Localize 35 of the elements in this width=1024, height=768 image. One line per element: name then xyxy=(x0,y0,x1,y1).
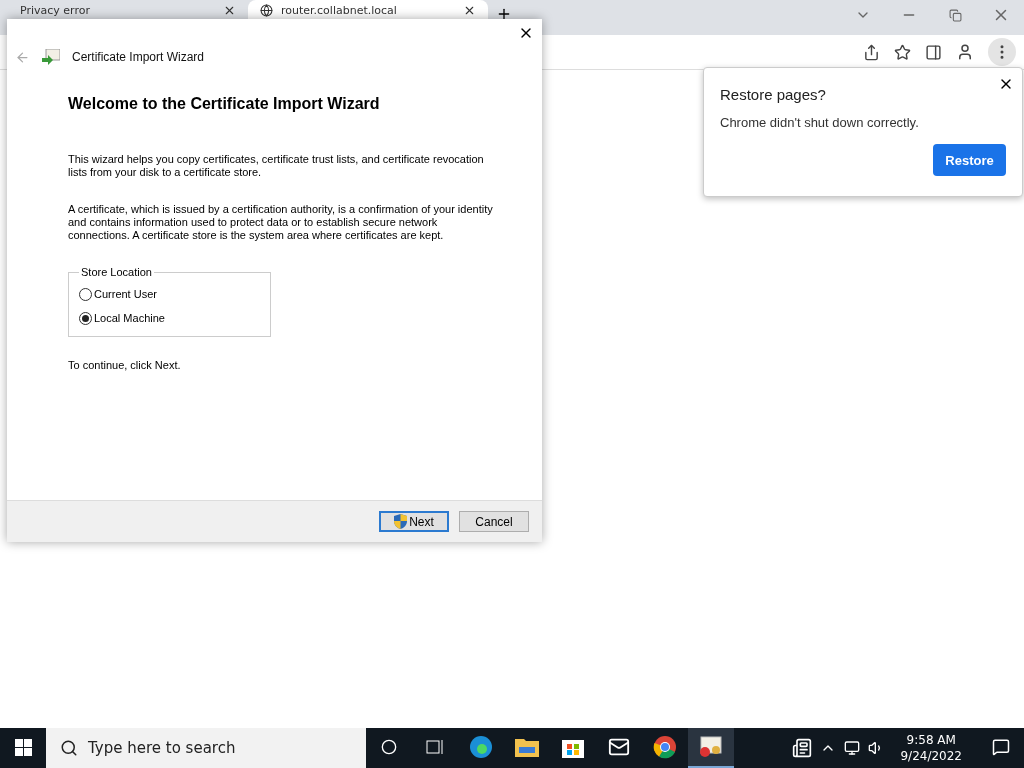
radio-option[interactable]: Current User xyxy=(79,282,260,306)
chrome-icon[interactable] xyxy=(653,735,677,759)
folder-icon[interactable] xyxy=(515,737,539,757)
restore-button[interactable]: Restore xyxy=(933,144,1006,176)
paragraph: This wizard helps you copy certificates, certificate trust lists, and certificate revocation lists from your disk to a certificate store. xyxy=(68,153,485,179)
side-panel-icon[interactable] xyxy=(925,43,942,61)
star-icon[interactable] xyxy=(894,43,911,61)
certificate-icon xyxy=(42,49,60,65)
mail-icon[interactable] xyxy=(608,736,630,758)
popup-message: Chrome didn't shut down correctly. xyxy=(720,115,920,130)
clock[interactable]: 9:58 AM 9/24/2022 xyxy=(892,732,970,764)
popup-title: Restore pages? xyxy=(720,86,827,103)
menu-icon[interactable] xyxy=(988,38,1016,66)
search-icon xyxy=(60,739,78,757)
instruction-text: To continue, click Next. xyxy=(68,359,182,371)
profile-icon[interactable] xyxy=(956,43,974,61)
edge-icon[interactable] xyxy=(469,735,493,759)
news-icon[interactable] xyxy=(792,738,813,758)
search-field[interactable]: Type here to search xyxy=(46,728,366,768)
browser-tab[interactable]: Privacy error xyxy=(8,0,248,35)
new-tab-icon[interactable] xyxy=(496,6,512,22)
group-label: Store Location xyxy=(80,266,153,278)
radio-option[interactable]: Local Machine xyxy=(79,306,260,330)
shield-icon xyxy=(394,514,408,529)
wizard-heading: Welcome to the Certificate Import Wizard xyxy=(68,95,381,113)
next-button[interactable]: Next xyxy=(379,511,449,532)
paragraph: A certificate, which is issued by a certification authority, is a confirmation of your identity and contains information used to protect data or to establish secure network connections. A certificate store is the system area where certificates are kept. xyxy=(68,203,494,242)
dialog-title: Certificate Import Wizard xyxy=(72,50,205,64)
close-icon[interactable] xyxy=(223,4,236,17)
globe-icon xyxy=(260,4,273,17)
network-icon[interactable] xyxy=(844,740,861,756)
share-icon[interactable] xyxy=(863,43,880,61)
close-icon[interactable] xyxy=(463,4,476,17)
certificate-icon[interactable] xyxy=(699,736,723,758)
cancel-button[interactable]: Cancel xyxy=(459,511,529,532)
